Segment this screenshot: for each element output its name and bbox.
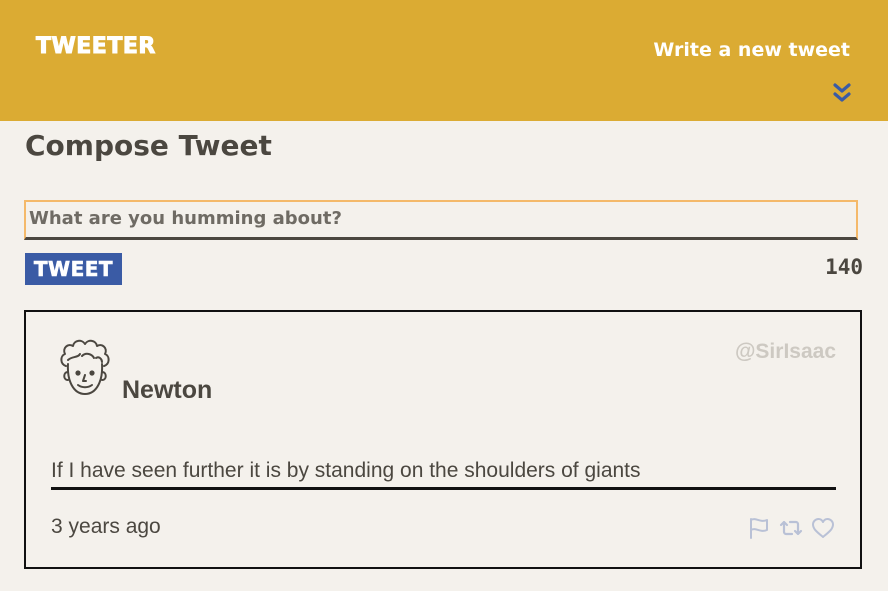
heart-icon[interactable] [810, 516, 836, 540]
curly-haired-man-avatar-icon [60, 339, 110, 395]
site-header: TWEETER Write a new tweet [0, 0, 888, 121]
tweet-textarea[interactable] [24, 200, 858, 240]
tweet-actions [746, 516, 836, 540]
brand-logo[interactable]: TWEETER [36, 34, 156, 60]
tweet-button[interactable]: TWEET [25, 253, 122, 285]
write-new-tweet-link[interactable]: Write a new tweet [653, 39, 850, 61]
flag-icon[interactable] [746, 516, 772, 540]
retweet-icon[interactable] [778, 516, 804, 540]
tweet-author-handle: @SirIsaac [734, 340, 836, 363]
compose-tweet-title: Compose Tweet [25, 129, 272, 162]
tweet-author-name: Newton [122, 376, 213, 404]
tweet-text: If I have seen further it is by standing… [51, 459, 836, 490]
double-chevron-down-icon[interactable] [833, 82, 851, 104]
character-counter: 140 [825, 255, 863, 279]
tweet-card: Newton @SirIsaac If I have seen further … [24, 310, 862, 569]
tweet-timestamp: 3 years ago [51, 515, 161, 538]
